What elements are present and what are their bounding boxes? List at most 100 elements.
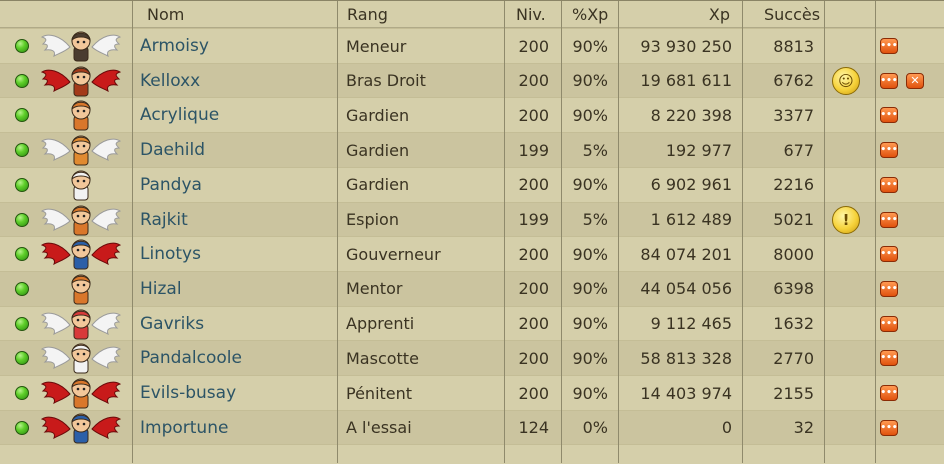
- column-divider: [875, 1, 876, 463]
- member-success: 2770: [773, 348, 814, 368]
- member-options-button[interactable]: •••: [880, 315, 898, 332]
- character-avatar-icon: [40, 411, 122, 445]
- member-name[interactable]: Pandalcoole: [140, 341, 242, 375]
- surprised-icon: !: [832, 205, 860, 234]
- table-row[interactable]: Gavriks Apprenti 200 90% 9 112 465 1632 …: [0, 305, 944, 341]
- character-avatar-icon: [40, 341, 122, 375]
- online-status-icon: [15, 386, 29, 400]
- member-xp: 84 074 201: [640, 244, 732, 264]
- member-options-button[interactable]: •••: [880, 38, 898, 54]
- smiley-icon: ☺: [832, 66, 860, 95]
- member-name[interactable]: Daehild: [140, 133, 205, 167]
- member-level: 124: [518, 418, 549, 438]
- member-options-button[interactable]: •••: [880, 419, 898, 436]
- online-status-icon: [15, 281, 29, 296]
- member-level: 200: [518, 348, 549, 368]
- column-divider: [337, 1, 338, 463]
- member-name[interactable]: Pandya: [140, 168, 202, 202]
- character-avatar-icon: [40, 272, 122, 306]
- table-row[interactable]: Rajkit Espion 199 5% 1 612 489 5021 ! •••: [0, 201, 944, 237]
- member-success: 2216: [773, 175, 814, 195]
- table-row[interactable]: Evils-busay Pénitent 200 90% 14 403 974 …: [0, 375, 944, 410]
- table-row[interactable]: Importune A l'essai 124 0% 0 32 •••: [0, 409, 944, 445]
- member-options-button[interactable]: •••: [880, 107, 898, 124]
- table-row[interactable]: Hizal Mentor 200 90% 44 054 056 6398 •••: [0, 270, 944, 306]
- member-name[interactable]: Rajkit: [140, 203, 188, 237]
- kick-member-button[interactable]: ✕: [906, 72, 924, 89]
- member-rank: Mascotte: [346, 348, 419, 368]
- member-xp: 14 403 974: [640, 383, 732, 403]
- member-options-button[interactable]: •••: [880, 72, 898, 89]
- member-options-button[interactable]: •••: [880, 385, 898, 401]
- header-xp-percent[interactable]: %Xp: [572, 1, 608, 27]
- member-xp-percent: 90%: [572, 105, 608, 125]
- table-row[interactable]: Pandya Gardien 200 90% 6 902 961 2216 ••…: [0, 166, 944, 202]
- member-success: 2155: [773, 383, 814, 403]
- table-row[interactable]: Linotys Gouverneur 200 90% 84 074 201 80…: [0, 236, 944, 271]
- member-xp-percent: 90%: [572, 36, 608, 56]
- member-options-button[interactable]: •••: [880, 142, 898, 159]
- table-row[interactable]: Kelloxx Bras Droit 200 90% 19 681 611 67…: [0, 62, 944, 98]
- member-options-button[interactable]: •••: [880, 211, 898, 228]
- member-level: 200: [518, 279, 549, 299]
- member-success: 32: [793, 418, 814, 438]
- member-rank: Mentor: [346, 279, 403, 299]
- character-avatar-icon: [40, 29, 122, 63]
- member-options-button[interactable]: •••: [880, 246, 898, 263]
- online-status-icon: [15, 351, 29, 366]
- online-status-icon: [15, 177, 29, 192]
- member-level: 200: [518, 36, 549, 56]
- member-rank: A l'essai: [346, 418, 412, 438]
- member-name[interactable]: Linotys: [140, 237, 201, 271]
- member-rank: Gardien: [346, 175, 410, 195]
- member-level: 200: [518, 244, 549, 264]
- online-status-icon: [15, 73, 29, 88]
- member-xp-percent: 5%: [582, 210, 608, 229]
- member-name[interactable]: Hizal: [140, 272, 182, 306]
- character-avatar-icon: [40, 98, 122, 132]
- member-xp-percent: 90%: [572, 348, 608, 368]
- member-rank: Meneur: [346, 36, 407, 56]
- header-level[interactable]: Niv.: [516, 1, 546, 27]
- member-xp-percent: 90%: [572, 244, 608, 264]
- member-name[interactable]: Evils-busay: [140, 376, 236, 410]
- table-row[interactable]: Pandalcoole Mascotte 200 90% 58 813 328 …: [0, 340, 944, 376]
- member-name[interactable]: Importune: [140, 411, 228, 445]
- column-divider: [742, 1, 743, 463]
- online-status-icon: [15, 108, 29, 123]
- column-divider: [132, 1, 133, 463]
- member-xp: 93 930 250: [640, 36, 732, 56]
- online-status-icon: [15, 247, 29, 262]
- header-rank[interactable]: Rang: [347, 1, 388, 27]
- member-name[interactable]: Acrylique: [140, 98, 219, 132]
- member-level: 200: [518, 175, 549, 195]
- member-xp: 8 220 398: [650, 105, 732, 125]
- member-xp-percent: 90%: [572, 71, 608, 91]
- member-xp: 19 681 611: [640, 71, 732, 91]
- character-avatar-icon: [40, 237, 122, 271]
- member-xp-percent: 90%: [572, 175, 608, 195]
- member-name[interactable]: Armoisy: [140, 29, 209, 63]
- table-row[interactable]: Acrylique Gardien 200 90% 8 220 398 3377…: [0, 97, 944, 132]
- table-row[interactable]: Daehild Gardien 199 5% 192 977 677 •••: [0, 132, 944, 168]
- column-divider: [561, 1, 562, 463]
- member-options-button[interactable]: •••: [880, 280, 898, 297]
- character-avatar-icon: [40, 64, 122, 98]
- member-name[interactable]: Gavriks: [140, 307, 204, 341]
- header-name[interactable]: Nom: [147, 1, 184, 27]
- member-level: 200: [518, 314, 549, 334]
- member-name[interactable]: Kelloxx: [140, 64, 200, 98]
- member-options-button[interactable]: •••: [880, 176, 898, 193]
- header-success[interactable]: Succès: [764, 1, 820, 27]
- member-level: 200: [518, 105, 549, 125]
- member-xp: 1 612 489: [650, 210, 732, 229]
- member-xp-percent: 0%: [582, 418, 608, 438]
- character-avatar-icon: [40, 168, 122, 202]
- character-avatar-icon: [40, 376, 122, 410]
- member-success: 3377: [773, 105, 814, 125]
- member-level: 200: [518, 383, 549, 403]
- table-row[interactable]: Armoisy Meneur 200 90% 93 930 250 8813 •…: [0, 28, 944, 63]
- member-options-button[interactable]: •••: [880, 350, 898, 367]
- header-xp[interactable]: Xp: [630, 1, 730, 27]
- member-level: 200: [518, 71, 549, 91]
